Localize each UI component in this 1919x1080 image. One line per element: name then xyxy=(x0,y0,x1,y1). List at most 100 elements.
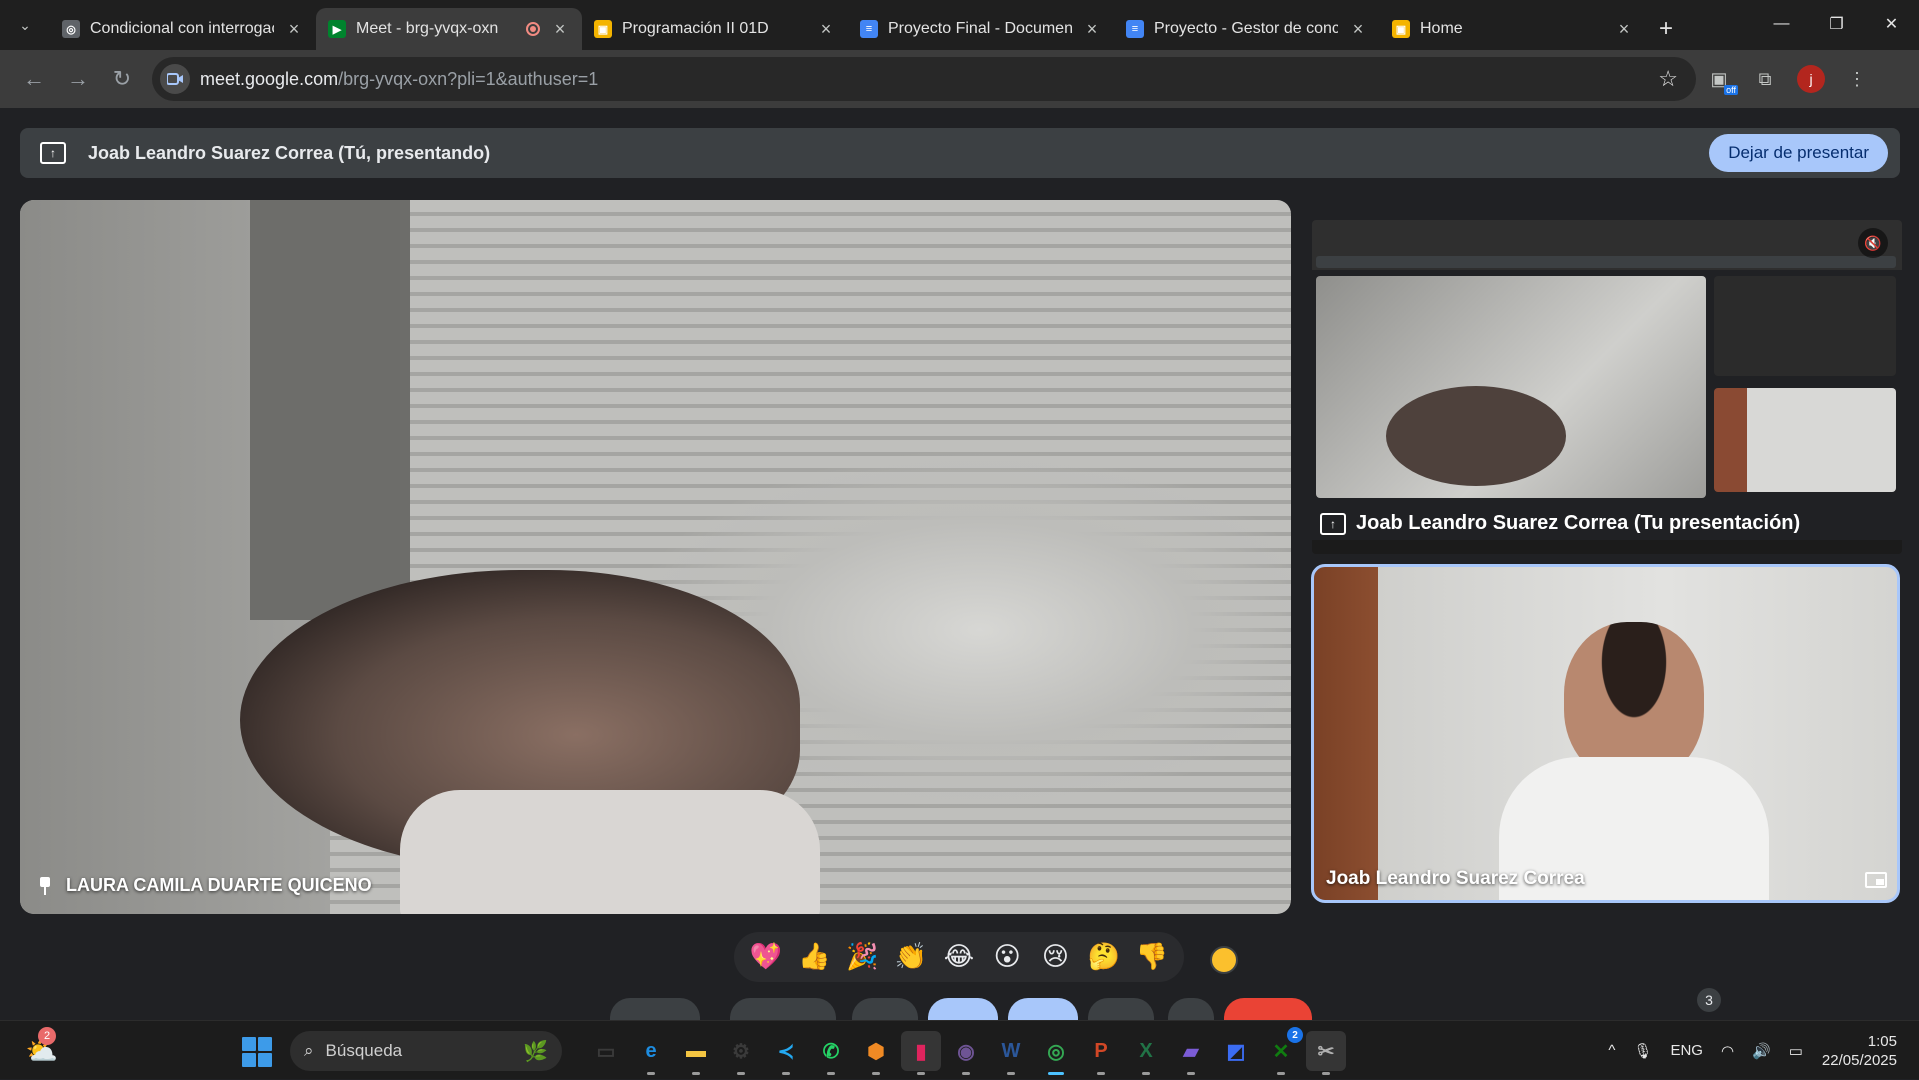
reaction-button[interactable]: 😮 xyxy=(987,937,1027,977)
taskbar-app-settings[interactable]: ⚙ xyxy=(721,1031,761,1075)
extensions-menu-button[interactable]: ⧉ xyxy=(1742,59,1788,99)
taskbar-app-orange-app[interactable]: ⬢ xyxy=(856,1031,896,1075)
presentation-tile[interactable]: 🔇 ↑ Joab Leandro Suarez Correa (Tu prese… xyxy=(1312,220,1902,554)
picture-in-picture-icon[interactable] xyxy=(1865,872,1887,888)
restore-button[interactable]: ❐ xyxy=(1809,0,1864,48)
browser-menu-button[interactable]: ⋮ xyxy=(1834,59,1880,99)
taskbar-app-clipchamp[interactable]: ▰ xyxy=(1171,1031,1211,1075)
browser-tab[interactable]: ≡ Proyecto - Gestor de conc × xyxy=(1114,8,1380,50)
close-tab-icon[interactable]: × xyxy=(284,19,304,40)
present-screen-icon: ↑ xyxy=(40,142,66,164)
close-window-button[interactable]: ✕ xyxy=(1864,0,1919,48)
meet-page: ↑ Joab Leandro Suarez Correa (Tú, presen… xyxy=(0,108,1919,1020)
reaction-button[interactable]: 😂 xyxy=(939,937,979,977)
reaction-button[interactable]: 👏 xyxy=(891,937,931,977)
back-button[interactable]: ← xyxy=(12,59,56,99)
puzzle-icon: ⧉ xyxy=(1758,68,1772,89)
forward-button[interactable]: → xyxy=(56,59,100,99)
start-button[interactable] xyxy=(242,1037,272,1067)
taskbar-app-chrome[interactable]: ◎ xyxy=(1036,1031,1076,1075)
tab-favicon-icon: ≡ xyxy=(860,20,878,38)
chrome-icon: ◎ xyxy=(1047,1040,1065,1063)
window-controls: — ❐ ✕ xyxy=(1754,0,1919,48)
tab-search-button[interactable]: ⌄ xyxy=(0,0,50,50)
more-options-button[interactable] xyxy=(1168,998,1214,1020)
battery-icon[interactable]: ▭ xyxy=(1780,1042,1812,1060)
browser-tab[interactable]: ≡ Proyecto Final - Document × xyxy=(848,8,1114,50)
taskbar-app-word[interactable]: W xyxy=(991,1031,1031,1075)
close-tab-icon[interactable]: × xyxy=(1348,19,1368,40)
taskbar-app-snipping-tool[interactable]: ✂ xyxy=(1306,1031,1346,1075)
search-icon: ⌕ xyxy=(304,1041,314,1060)
reaction-button[interactable]: 👍 xyxy=(794,937,834,977)
close-tab-icon[interactable]: × xyxy=(550,19,570,40)
extension-button[interactable]: ▣ off xyxy=(1696,59,1742,99)
reaction-button[interactable]: 🎉 xyxy=(843,937,883,977)
taskbar-app-file-explorer[interactable]: ▬ xyxy=(676,1031,716,1075)
reactions-bar: 💖 👍 🎉 👏 😂 😮 😢 🤔 👎 xyxy=(734,932,1184,982)
bookmark-star-icon[interactable]: ☆ xyxy=(1658,66,1688,92)
taskbar-app-xbox[interactable]: ✕ 2 xyxy=(1261,1027,1303,1075)
taskbar-app-whatsapp[interactable]: ✆ xyxy=(811,1031,851,1075)
self-video-tile[interactable]: Joab Leandro Suarez Correa xyxy=(1311,564,1900,903)
taskbar-app-github[interactable]: ◉ xyxy=(946,1031,986,1075)
language-indicator[interactable]: ENG xyxy=(1661,1042,1712,1059)
volume-icon[interactable]: 🔊 xyxy=(1743,1042,1780,1060)
taskbar-search[interactable]: ⌕ Búsqueda 🌿 xyxy=(290,1031,562,1071)
minimize-button[interactable]: — xyxy=(1754,0,1809,48)
reaction-button[interactable]: 😢 xyxy=(1035,937,1075,977)
wifi-icon[interactable]: ◠ xyxy=(1712,1042,1743,1060)
presenting-text: Joab Leandro Suarez Correa (Tú, presenta… xyxy=(88,142,491,163)
address-bar[interactable]: meet.google.com/brg-yvqx-oxn?pli=1&authu… xyxy=(152,57,1696,101)
taskbar-app-jetbrains[interactable]: ▮ xyxy=(901,1031,941,1075)
close-tab-icon[interactable]: × xyxy=(1614,19,1634,40)
snipping-tool-icon: ✂ xyxy=(1317,1040,1335,1063)
captions-button[interactable] xyxy=(852,998,918,1020)
close-icon: ✕ xyxy=(1884,16,1899,33)
microphone-icon[interactable]: 🎙 xyxy=(1624,1042,1661,1060)
vscode-icon: ≺ xyxy=(777,1040,795,1063)
taskbar-app-azure-data-studio[interactable]: ◩ xyxy=(1216,1031,1256,1071)
taskbar-app-task-view[interactable]: ▭ xyxy=(586,1031,626,1071)
raise-hand-button[interactable] xyxy=(928,998,998,1020)
browser-tab[interactable]: ▣ Programación II 01D × xyxy=(582,8,848,50)
pin-icon[interactable] xyxy=(38,876,52,895)
browser-tab[interactable]: ▣ Home × xyxy=(1380,8,1646,50)
browser-tab-strip: ⌄ ◎ Condicional con interrogac × ▶ Meet - br… xyxy=(0,0,1919,50)
close-tab-icon[interactable]: × xyxy=(1082,19,1102,40)
new-tab-button[interactable]: + xyxy=(1646,8,1686,50)
mic-button[interactable] xyxy=(610,998,700,1020)
stop-presenting-button[interactable]: Dejar de presentar xyxy=(1709,134,1888,172)
speaker-muted-icon: 🔇 xyxy=(1858,228,1888,258)
browser-tab[interactable]: ▶ Meet - brg-yvqx-oxn × xyxy=(316,8,582,50)
present-now-button[interactable] xyxy=(1008,998,1078,1020)
file-explorer-icon: ▬ xyxy=(686,1039,706,1062)
presentation-caption-text: Joab Leandro Suarez Correa (Tu presentac… xyxy=(1356,512,1801,534)
browser-tab[interactable]: ◎ Condicional con interrogac × xyxy=(50,8,316,50)
video-participant-arm xyxy=(400,790,820,914)
reaction-button[interactable]: 👎 xyxy=(1132,937,1172,977)
emoji-button[interactable] xyxy=(1088,998,1154,1020)
participant-name: LAURA CAMILA DUARTE QUICENO xyxy=(66,875,372,895)
camera-button[interactable] xyxy=(730,998,836,1020)
taskbar-app-edge[interactable]: e xyxy=(631,1031,671,1075)
main-video-tile[interactable]: LAURA CAMILA DUARTE QUICENO xyxy=(20,200,1291,914)
presentation-preview-main xyxy=(1316,276,1706,498)
taskbar-app-powerpoint[interactable]: P xyxy=(1081,1031,1121,1075)
reaction-button[interactable]: 🤔 xyxy=(1084,937,1124,977)
site-info-button[interactable] xyxy=(160,64,190,94)
word-icon: W xyxy=(1001,1039,1021,1062)
leave-call-button[interactable] xyxy=(1224,998,1312,1020)
profile-button[interactable]: j xyxy=(1788,59,1834,99)
close-tab-icon[interactable]: × xyxy=(816,19,836,40)
whatsapp-icon: ✆ xyxy=(822,1040,840,1063)
taskbar-app-vscode[interactable]: ≺ xyxy=(766,1031,806,1075)
chevron-up-icon[interactable]: ^ xyxy=(1599,1042,1624,1059)
reload-button[interactable]: ↻ xyxy=(100,59,144,99)
tab-favicon-icon: ≡ xyxy=(1126,20,1144,38)
skin-tone-picker[interactable] xyxy=(1210,946,1238,974)
arrow-right-icon: → xyxy=(67,66,89,91)
reaction-button[interactable]: 💖 xyxy=(746,937,786,977)
clock[interactable]: 1:05 22/05/2025 xyxy=(1812,1032,1919,1070)
taskbar-app-excel[interactable]: X xyxy=(1126,1031,1166,1075)
